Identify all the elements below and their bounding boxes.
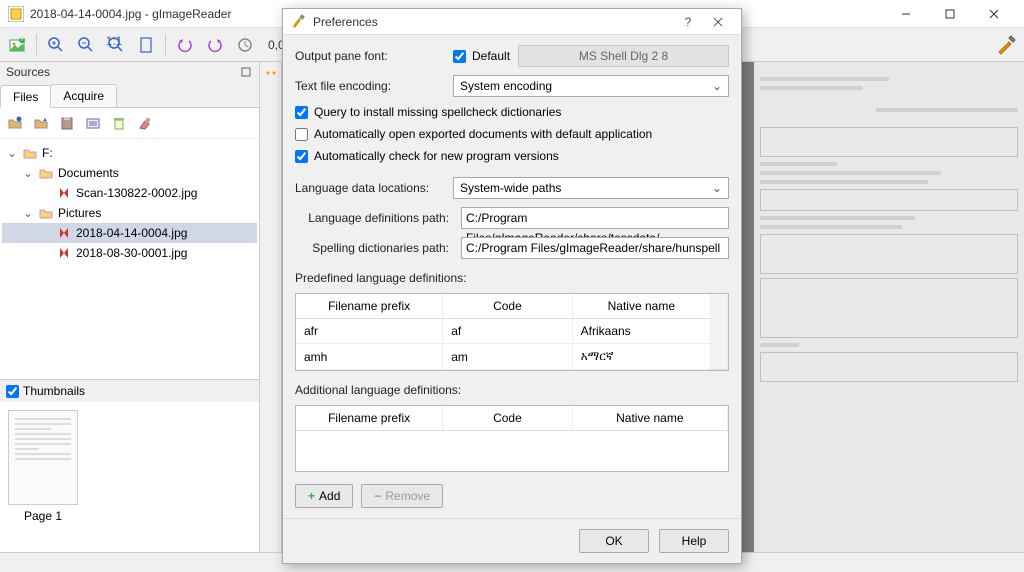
dialog-titlebar: Preferences ? [283,9,741,35]
tab-files[interactable]: Files [0,85,51,108]
addl-lang-table[interactable]: Filename prefix Code Native name [295,405,729,472]
default-font-checkbox[interactable]: Default [453,49,510,63]
lang-def-path-label: Language definitions path: [295,211,453,225]
spell-dict-path-label: Spelling dictionaries path: [295,241,453,255]
lang-locations-label: Language data locations: [295,181,445,195]
table-scrollbar[interactable] [711,294,728,370]
tree-folder-pictures[interactable]: ⌄Pictures [2,203,257,223]
tab-acquire[interactable]: Acquire [50,84,117,107]
col-prefix[interactable]: Filename prefix [296,406,443,431]
remove-button[interactable]: −Remove [361,484,443,508]
col-prefix[interactable]: Filename prefix [296,294,443,319]
dialog-title: Preferences [313,15,673,29]
file-tree[interactable]: ⌄F: ⌄Documents Scan-130822-0002.jpg ⌄Pic… [0,139,259,379]
col-native[interactable]: Native name [572,406,727,431]
ok-button[interactable]: OK [579,529,649,553]
update-checkbox[interactable]: Automatically check for new program vers… [295,149,729,163]
col-code[interactable]: Code [443,406,572,431]
rotate-left-button[interactable] [172,32,198,58]
files-toolbar [0,108,259,139]
thumbnail-image [8,410,78,505]
predef-lang-table[interactable]: Filename prefix Code Native name afrafAf… [295,293,729,371]
preferences-button[interactable] [992,31,1020,59]
paste-button[interactable] [56,112,78,134]
app-icon [8,6,24,22]
help-button[interactable]: Help [659,529,729,553]
rotate-reset-button[interactable] [232,32,258,58]
font-select-button[interactable]: MS Shell Dlg 2 8 [518,45,729,67]
document-page [754,62,1024,552]
preferences-dialog: Preferences ? Output pane font: Default … [282,8,742,564]
thumbnail-page[interactable]: Page 1 [8,410,78,523]
addl-lang-label: Additional language definitions: [295,383,729,397]
zoom-fit-button[interactable]: 1:1 [103,32,129,58]
output-font-label: Output pane font: [295,49,445,63]
col-code[interactable]: Code [443,294,572,319]
add-button[interactable]: +Add [295,484,353,508]
autoopen-checkbox[interactable]: Automatically open exported documents wi… [295,127,729,141]
open-folder-button[interactable] [4,112,26,134]
clear-button[interactable] [134,112,156,134]
thumbnails-toggle[interactable] [6,385,19,398]
recent-button[interactable] [30,112,52,134]
spell-dict-path-input[interactable]: C:/Program Files/gImageReader/share/huns… [461,237,729,259]
lang-def-path-input[interactable]: C:/Program Files/gImageReader/share/tess… [461,207,729,229]
table-row[interactable]: amhamአማርኛ [296,344,728,370]
thumbnails-panel: Thumbnails Page 1 [0,379,259,552]
svg-text:1:1: 1:1 [107,36,123,48]
zoom-out-button[interactable] [73,32,99,58]
tree-drive[interactable]: ⌄F: [2,143,257,163]
tree-file[interactable]: Scan-130822-0002.jpg [2,183,257,203]
sources-tabs: Files Acquire [0,84,259,108]
sources-title: Sources [6,65,50,79]
zoom-in-button[interactable] [43,32,69,58]
viewer-side-button[interactable] [260,62,282,552]
panel-undock-button[interactable] [239,65,253,79]
separator [36,34,37,56]
open-image-button[interactable]: + [4,32,30,58]
lang-locations-select[interactable]: System-wide paths⌄ [453,177,729,199]
tree-folder-documents[interactable]: ⌄Documents [2,163,257,183]
dialog-icon [291,14,307,30]
screenshot-button[interactable] [82,112,104,134]
spellcheck-checkbox[interactable]: Query to install missing spellcheck dict… [295,105,729,119]
encoding-label: Text file encoding: [295,79,445,93]
predef-lang-label: Predefined language definitions: [295,271,729,285]
encoding-select[interactable]: System encoding⌄ [453,75,729,97]
minimize-button[interactable] [884,0,928,28]
separator [165,34,166,56]
zoom-page-button[interactable] [133,32,159,58]
sources-panel: Sources Files Acquire ⌄F: ⌄Documents Sca… [0,62,260,552]
tree-file[interactable]: 2018-08-30-0001.jpg [2,243,257,263]
col-native[interactable]: Native name [572,294,710,319]
tree-file-selected[interactable]: 2018-04-14-0004.jpg [2,223,257,243]
sources-header: Sources [0,62,259,82]
thumbnails-title: Thumbnails [23,384,85,398]
maximize-button[interactable] [928,0,972,28]
dialog-close-button[interactable] [703,10,733,34]
dialog-help-button[interactable]: ? [673,10,703,34]
remove-button[interactable] [108,112,130,134]
thumbnail-label: Page 1 [24,509,62,523]
table-row[interactable]: afrafAfrikaans [296,319,728,344]
close-button[interactable] [972,0,1016,28]
svg-text:+: + [18,36,25,45]
rotate-right-button[interactable] [202,32,228,58]
